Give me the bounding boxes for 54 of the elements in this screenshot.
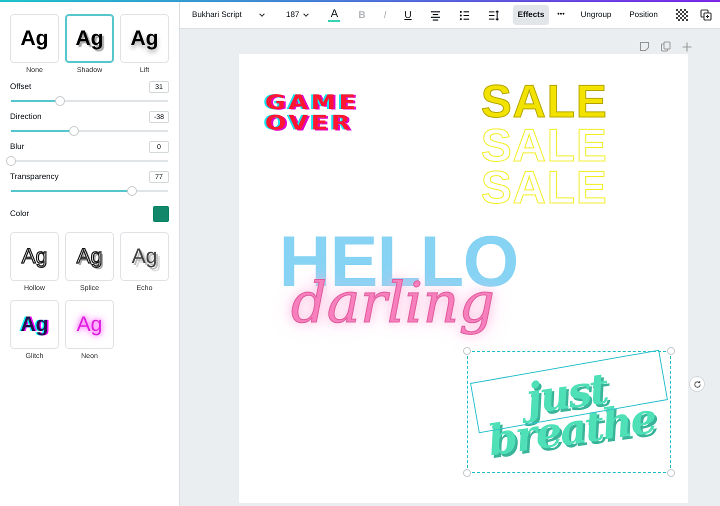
text-style-preview: Ag <box>76 28 104 49</box>
duplicate-icon <box>660 41 671 52</box>
setting-label: Blur <box>10 140 24 152</box>
slider-thumb[interactable] <box>68 126 79 136</box>
effect-style-tile[interactable]: Ag <box>10 14 59 63</box>
bulleted-list-icon <box>458 10 470 20</box>
caret-icon <box>302 11 310 19</box>
text-style-preview: Ag <box>132 246 158 266</box>
slider-thumb[interactable] <box>54 96 65 106</box>
toolbar-button[interactable]: Ungroup <box>576 7 616 23</box>
color-underline <box>328 20 340 22</box>
underline-button[interactable]: U <box>400 6 416 24</box>
checkerboard-icon <box>676 9 688 21</box>
setting-label: Direction <box>10 110 42 122</box>
effect-style-tile[interactable]: Ag <box>65 232 114 280</box>
duplicate-page-button[interactable] <box>660 41 671 52</box>
resize-handle[interactable] <box>463 469 471 477</box>
text-color-button[interactable]: A <box>324 6 344 24</box>
caret-icon <box>258 11 266 19</box>
font-size-dropdown[interactable]: 187 <box>282 7 314 23</box>
effect-style-tile[interactable]: Ag <box>120 232 169 280</box>
align-center-icon <box>430 10 441 20</box>
font-dropdown[interactable]: Bukhari Script <box>188 7 270 23</box>
note-page-button[interactable] <box>638 41 650 52</box>
color-swatch[interactable] <box>153 206 169 222</box>
setting-label: Offset <box>10 80 32 92</box>
effect-style-tile[interactable]: Ag <box>10 300 59 349</box>
setting-label: Transparency <box>10 170 59 182</box>
text-style-preview: Ag <box>76 246 102 266</box>
slider-thumb[interactable] <box>126 186 137 196</box>
rotate-button[interactable] <box>689 376 705 392</box>
effect-style-tile[interactable]: Ag <box>10 232 59 280</box>
text-style-preview: Ag <box>130 28 158 49</box>
effects-button[interactable]: Effects <box>512 5 550 25</box>
note-icon <box>638 41 650 52</box>
text-style-preview: Ag <box>20 28 48 49</box>
resize-handle[interactable] <box>667 347 675 355</box>
setting-label: Color <box>10 208 30 220</box>
effect-style-tile[interactable]: Ag <box>65 300 114 349</box>
add-page-button[interactable] <box>680 41 692 52</box>
rotate-icon <box>692 380 702 388</box>
resize-handle[interactable] <box>667 469 675 477</box>
text-style-preview: Ag <box>76 314 102 335</box>
toolbar-button[interactable]: Position <box>625 7 662 23</box>
design-text[interactable]: GAME OVER <box>265 92 359 134</box>
line-spacing-icon <box>488 10 499 20</box>
copy-icon <box>700 9 712 21</box>
effect-style-tile[interactable]: Ag <box>120 14 169 63</box>
text-style-preview: Ag <box>22 246 48 266</box>
resize-handle[interactable] <box>463 347 471 355</box>
slider-thumb[interactable] <box>6 156 16 166</box>
add-icon <box>680 41 692 52</box>
effect-style-tile[interactable]: Ag <box>65 14 114 63</box>
text-style-preview: Ag <box>20 314 48 335</box>
